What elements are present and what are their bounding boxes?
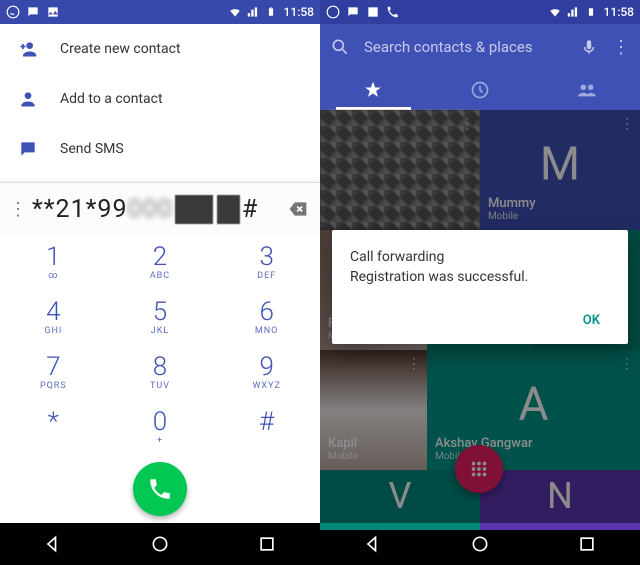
- option-label: Create new contact: [60, 41, 181, 57]
- battery-icon: [264, 5, 278, 19]
- send-sms-option[interactable]: Send SMS: [0, 124, 320, 174]
- phone-screen-contacts: 11:58 Search contacts & places ⋮ ⋮ ⋮ M M…: [320, 0, 640, 565]
- phone-icon: [386, 5, 400, 19]
- key-2[interactable]: 2ABC: [107, 235, 214, 290]
- call-button[interactable]: [133, 462, 187, 516]
- key-9[interactable]: 9WXYZ: [213, 345, 320, 400]
- nav-back[interactable]: [43, 534, 63, 554]
- key-8[interactable]: 8TUV: [107, 345, 214, 400]
- key-6[interactable]: 6MNO: [213, 290, 320, 345]
- dial-display: ⋮ **21*99000000#: [0, 183, 320, 235]
- tab-recents[interactable]: [427, 70, 534, 110]
- gallery-icon: [46, 5, 60, 19]
- key-1[interactable]: 1∞: [0, 235, 107, 290]
- message-icon: [26, 5, 40, 19]
- nav-recents[interactable]: [577, 534, 597, 554]
- tab-contacts[interactable]: [533, 70, 640, 110]
- tabs: [320, 70, 640, 110]
- status-bar: 11:58: [0, 0, 320, 24]
- overflow-menu-icon[interactable]: ⋮: [612, 37, 630, 58]
- signal-icon: [566, 5, 580, 19]
- contact-options: Create new contact Add to a contact Send…: [0, 24, 320, 174]
- nav-home[interactable]: [470, 534, 490, 554]
- key-3[interactable]: 3DEF: [213, 235, 320, 290]
- person-icon: [18, 89, 38, 109]
- key-*[interactable]: *: [0, 400, 107, 455]
- backspace-button[interactable]: [284, 199, 312, 219]
- wifi-icon: [548, 5, 562, 19]
- wifi-icon: [228, 5, 242, 19]
- key-5[interactable]: 5JKL: [107, 290, 214, 345]
- search-icon: [330, 37, 350, 57]
- dialed-number[interactable]: **21*99000000#: [32, 195, 284, 224]
- person-add-icon: [18, 39, 38, 59]
- keypad: 1∞2ABC3DEF 4GHI5JKL6MNO 7PQRS8TUV9WXYZ *0+#: [0, 235, 320, 455]
- status-time: 11:58: [284, 5, 314, 19]
- key-0[interactable]: 0+: [107, 400, 214, 455]
- add-to-contact-option[interactable]: Add to a contact: [0, 74, 320, 124]
- gallery-icon: [366, 5, 380, 19]
- contacts-grid: ⋮ ⋮ M Mummy Mobile ⋮ Papa Mobile ⋮ Dimpl…: [320, 110, 640, 523]
- key-4[interactable]: 4GHI: [0, 290, 107, 345]
- status-bar: 11:58: [320, 0, 640, 24]
- phone-screen-dialer: 11:58 Create new contact Add to a contac…: [0, 0, 320, 565]
- nav-recents[interactable]: [257, 534, 277, 554]
- status-time: 11:58: [604, 5, 634, 19]
- battery-icon: [584, 5, 598, 19]
- whatsapp-icon: [326, 5, 340, 19]
- mic-icon[interactable]: [580, 38, 598, 56]
- create-contact-option[interactable]: Create new contact: [0, 24, 320, 74]
- dialog-line2: Registration was successful.: [350, 268, 610, 288]
- dialog-ok-button[interactable]: OK: [573, 305, 610, 336]
- option-label: Send SMS: [60, 141, 124, 157]
- key-7[interactable]: 7PQRS: [0, 345, 107, 400]
- sms-icon: [18, 139, 38, 159]
- signal-icon: [246, 5, 260, 19]
- nav-back[interactable]: [363, 534, 383, 554]
- search-bar[interactable]: Search contacts & places ⋮: [320, 24, 640, 70]
- option-label: Add to a contact: [60, 91, 163, 107]
- dialog-line1: Call forwarding: [350, 248, 610, 268]
- search-input[interactable]: Search contacts & places: [364, 38, 566, 56]
- message-icon: [346, 5, 360, 19]
- key-#[interactable]: #: [213, 400, 320, 455]
- nav-bar: [0, 523, 320, 565]
- call-forwarding-dialog: Call forwarding Registration was success…: [332, 230, 628, 344]
- nav-home[interactable]: [150, 534, 170, 554]
- dial-overflow-menu[interactable]: ⋮: [4, 199, 32, 220]
- dialpad-area: ⋮ **21*99000000# 1∞2ABC3DEF 4GHI5JKL6MNO 7…: [0, 182, 320, 523]
- whatsapp-icon: [6, 5, 20, 19]
- tab-favorites[interactable]: [320, 70, 427, 110]
